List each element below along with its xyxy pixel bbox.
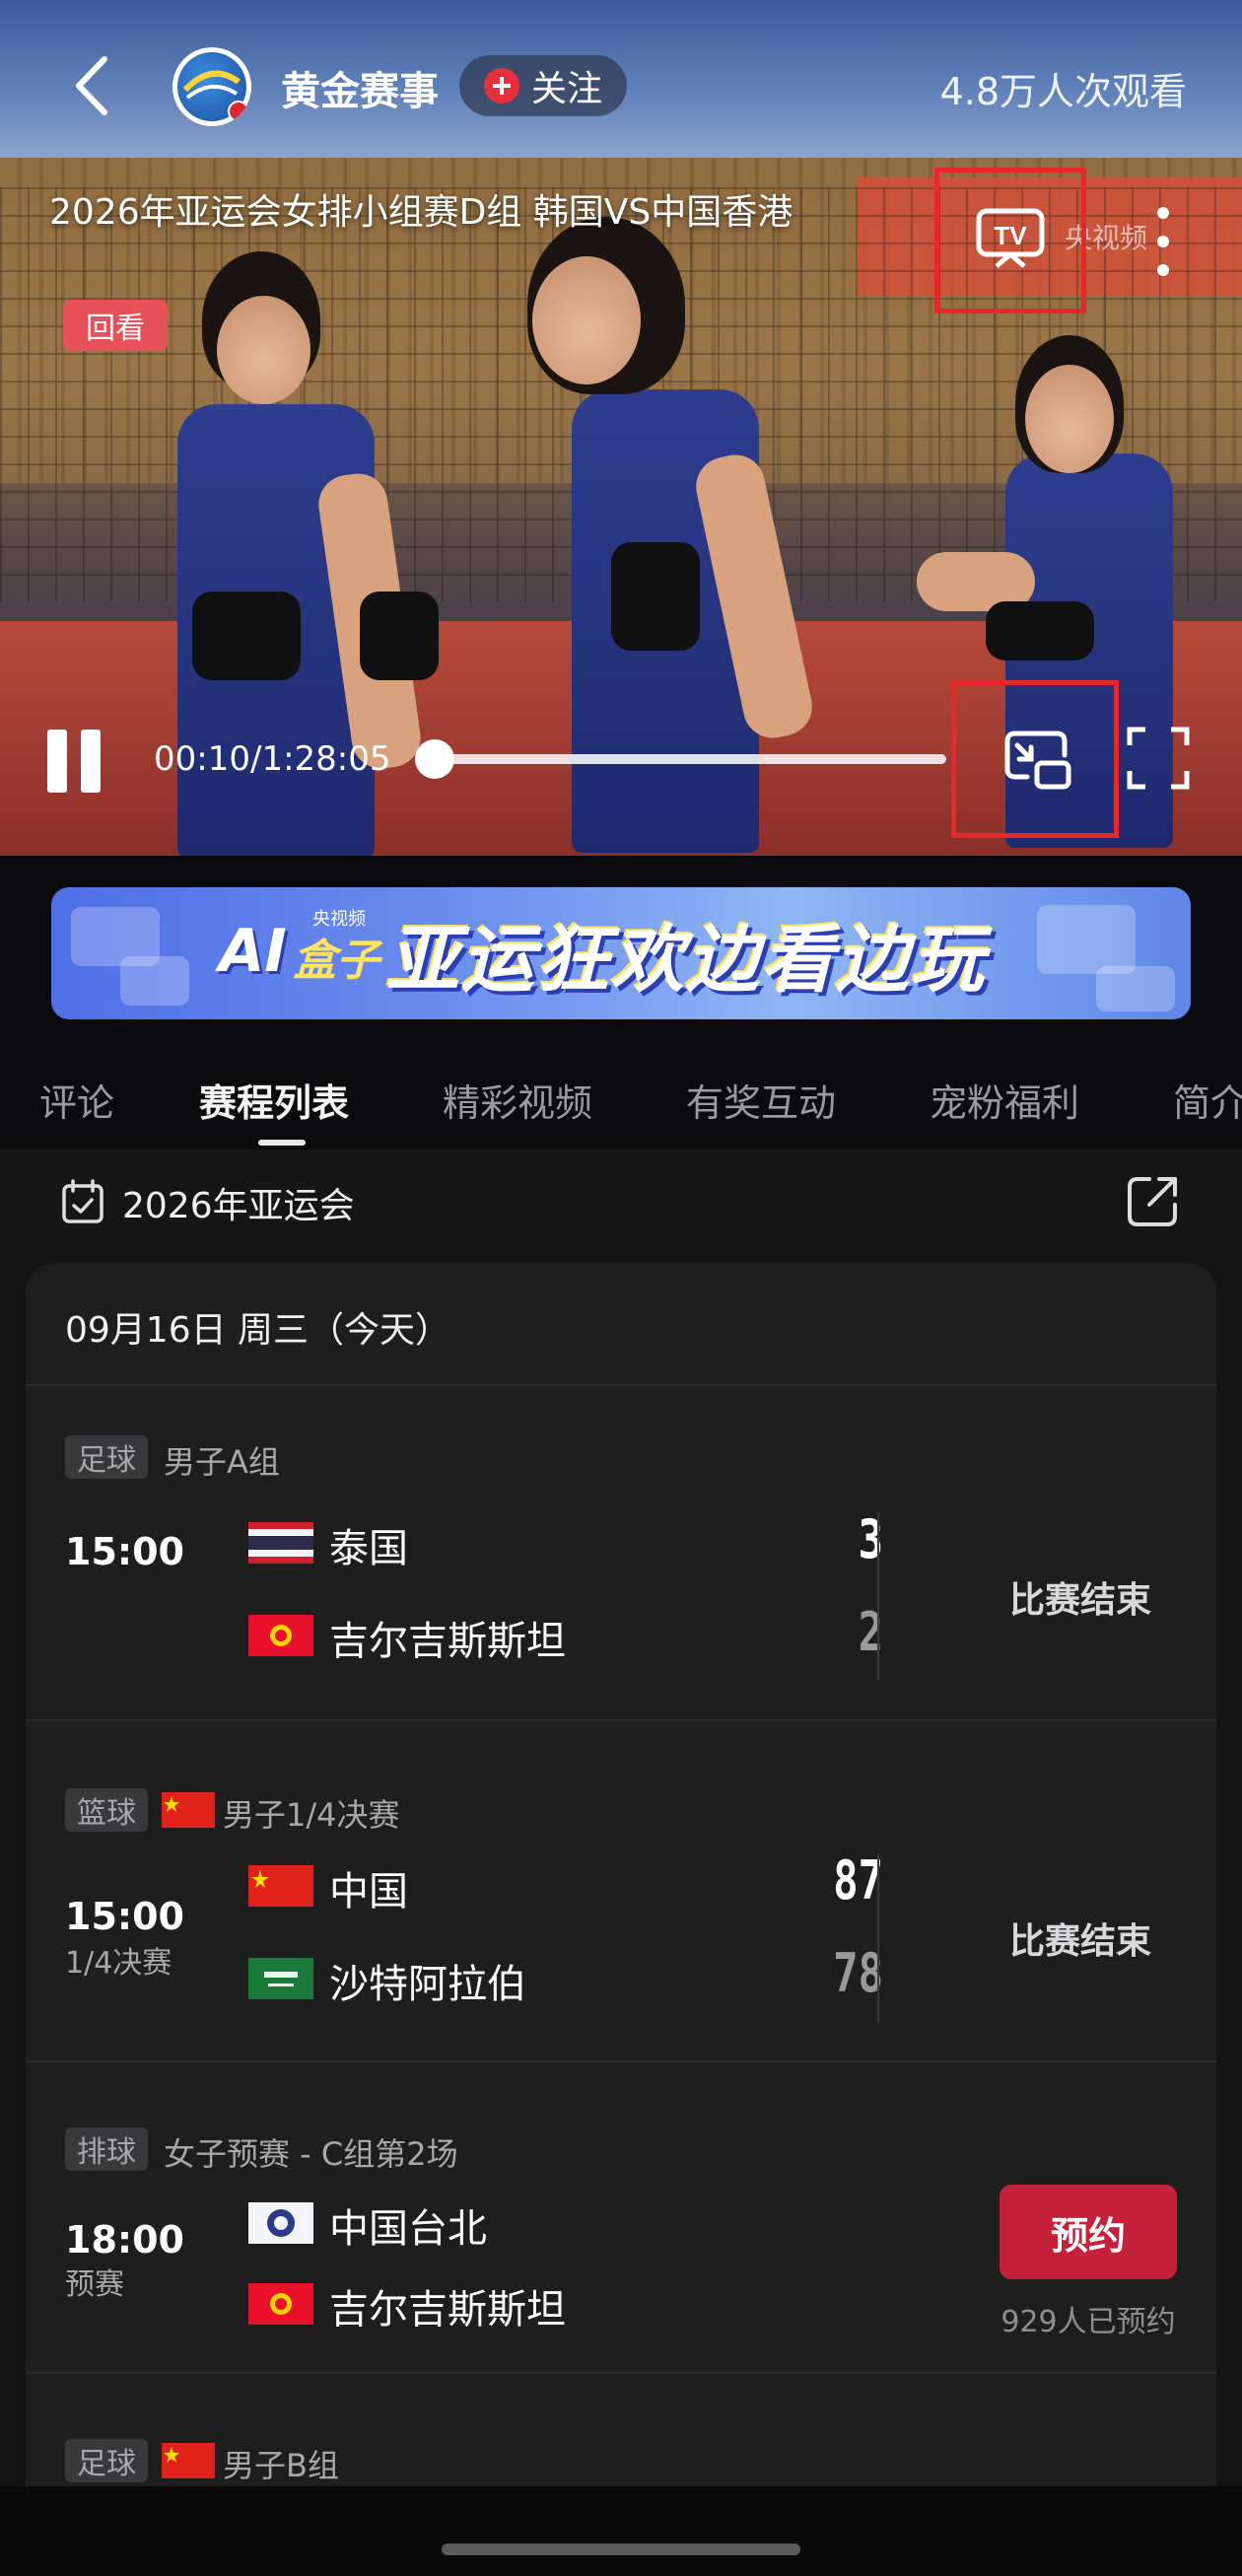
more-dot — [1157, 264, 1169, 276]
fullscreen-button[interactable] — [1124, 724, 1193, 793]
more-options-button[interactable] — [1151, 207, 1175, 276]
progress-knob[interactable] — [415, 739, 455, 779]
view-count: 4.8万人次观看 — [939, 70, 1187, 113]
tab-intro[interactable]: 简介 — [1173, 1073, 1242, 1127]
app-root: 黄金赛事 关注 4.8万人次观看 2026年亚运会女排小组赛D组 韩国VS中国香… — [0, 0, 1242, 2576]
fullscreen-icon — [1127, 727, 1190, 790]
sport-tag: 排球 — [65, 2127, 148, 2171]
calendar-icon — [62, 1179, 104, 1223]
team-name: 吉尔吉斯斯坦 — [329, 1619, 566, 1664]
plus-icon — [483, 68, 519, 104]
tab-bar: 评论 赛程列表 精彩视频 有奖互动 宠粉福利 简介 — [0, 1043, 1242, 1149]
channel-name[interactable]: 黄金赛事 — [281, 59, 439, 116]
ad-main-text: 亚运狂欢边看边玩 — [386, 918, 986, 1003]
match-group: 女子预赛 - C组第2场 — [164, 2135, 458, 2173]
tab-comments[interactable]: 评论 — [39, 1073, 114, 1127]
sport-tag: 足球 — [65, 2439, 148, 2482]
playback-time: 00:10/1:28:05 — [154, 739, 391, 779]
verified-badge-icon — [228, 101, 249, 122]
match-status: 比赛结束 — [1008, 1921, 1151, 1962]
match-round: 1/4决赛 — [65, 1946, 172, 1981]
match-group: 男子B组 — [223, 2447, 339, 2484]
china-flag-icon — [248, 1865, 313, 1907]
share-button[interactable] — [1124, 1173, 1181, 1230]
home-indicator[interactable] — [442, 2543, 800, 2555]
pause-button[interactable] — [47, 730, 106, 793]
team-name: 吉尔吉斯斯坦 — [329, 2287, 566, 2332]
schedule-card: 09月16日 周三（今天） 足球 男子A组 15:00 泰国 3 吉尔吉斯斯坦 … — [26, 1264, 1216, 2486]
pip-button-highlight — [951, 680, 1119, 838]
pause-icon-bar — [81, 730, 101, 793]
match-row[interactable]: 排球 女子预赛 - C组第2场 18:00 预赛 中国台北 吉尔吉斯斯坦 预约 … — [26, 2060, 1216, 2372]
back-button[interactable] — [67, 51, 116, 120]
china-flag-icon — [162, 1792, 215, 1828]
team-score: 78 — [833, 1942, 883, 2004]
ad-decoration — [1037, 905, 1136, 974]
ad-box-text: 盒子 — [293, 936, 380, 986]
follow-button[interactable]: 关注 — [459, 55, 627, 116]
active-tab-indicator — [258, 1140, 306, 1146]
team-score: 2 — [858, 1601, 883, 1663]
ad-decoration — [120, 956, 189, 1006]
match-row[interactable]: 足球 男子A组 15:00 泰国 3 吉尔吉斯斯坦 2 比赛结束 — [26, 1384, 1216, 1719]
match-round: 预赛 — [65, 2267, 124, 2302]
system-bottom-bar — [0, 2486, 1242, 2576]
team-name: 中国台北 — [329, 2206, 487, 2252]
chevron-left-icon — [76, 56, 107, 115]
match-status: 比赛结束 — [1008, 1580, 1151, 1621]
reserve-count: 929人已预约 — [1000, 2305, 1176, 2339]
tab-schedule[interactable]: 赛程列表 — [199, 1073, 349, 1127]
ad-decoration — [1096, 966, 1175, 1011]
match-group: 男子1/4决赛 — [223, 1796, 400, 1834]
chinese-taipei-flag-icon — [248, 2202, 313, 2244]
sport-tag: 篮球 — [65, 1788, 148, 1832]
tv-button-highlight — [934, 168, 1086, 313]
schedule-header: 2026年亚运会 — [0, 1149, 1242, 1264]
video-player[interactable]: 2026年亚运会女排小组赛D组 韩国VS中国香港 回看 央视频 TV 00:10… — [0, 158, 1242, 856]
ad-area: AI 央视频 盒子 亚运狂欢边看边玩 — [0, 856, 1242, 1043]
kyrgyzstan-flag-icon — [248, 2283, 313, 2325]
progress-bar[interactable] — [415, 739, 946, 779]
team-score: 3 — [858, 1508, 883, 1570]
replay-tag: 回看 — [63, 300, 168, 351]
share-icon — [1128, 1177, 1177, 1226]
china-flag-icon — [162, 2443, 215, 2478]
more-dot — [1157, 236, 1169, 247]
match-row[interactable]: 篮球 男子1/4决赛 15:00 1/4决赛 中国 87 沙特阿拉伯 78 比赛… — [26, 1719, 1216, 2060]
ad-ai-text: AI — [219, 917, 287, 986]
pause-icon — [47, 730, 67, 793]
match-time: 18:00 — [65, 2218, 184, 2262]
match-row[interactable]: 足球 男子B组 — [26, 2372, 1216, 2486]
team-score: 87 — [833, 1849, 883, 1912]
ad-banner[interactable]: AI 央视频 盒子 亚运狂欢边看边玩 — [51, 887, 1191, 1019]
team-name: 泰国 — [329, 1526, 408, 1571]
channel-logo[interactable] — [172, 47, 251, 126]
reserve-button[interactable]: 预约 — [1000, 2185, 1177, 2279]
schedule-date: 09月16日 周三（今天） — [65, 1310, 451, 1351]
follow-label: 关注 — [530, 69, 602, 109]
team-name: 中国 — [329, 1869, 408, 1915]
video-title: 2026年亚运会女排小组赛D组 韩国VS中国香港 — [49, 192, 794, 233]
sport-tag: 足球 — [65, 1435, 148, 1479]
vertical-divider — [877, 1853, 879, 2023]
tab-highlights[interactable]: 精彩视频 — [443, 1073, 592, 1127]
match-group: 男子A组 — [164, 1443, 280, 1481]
saudi-arabia-flag-icon — [248, 1958, 313, 1999]
kyrgyzstan-flag-icon — [248, 1615, 313, 1656]
more-dots-icon — [1157, 207, 1169, 219]
match-time: 15:00 — [65, 1895, 184, 1938]
competition-name[interactable]: 2026年亚运会 — [122, 1177, 355, 1228]
tab-fan-benefits[interactable]: 宠粉福利 — [930, 1073, 1079, 1127]
vertical-divider — [877, 1512, 879, 1680]
top-bar: 黄金赛事 关注 4.8万人次观看 — [0, 0, 1242, 158]
team-name: 沙特阿拉伯 — [329, 1962, 526, 2007]
thailand-flag-icon — [248, 1522, 313, 1564]
tab-rewards[interactable]: 有奖互动 — [686, 1073, 836, 1127]
match-time: 15:00 — [65, 1530, 184, 1573]
